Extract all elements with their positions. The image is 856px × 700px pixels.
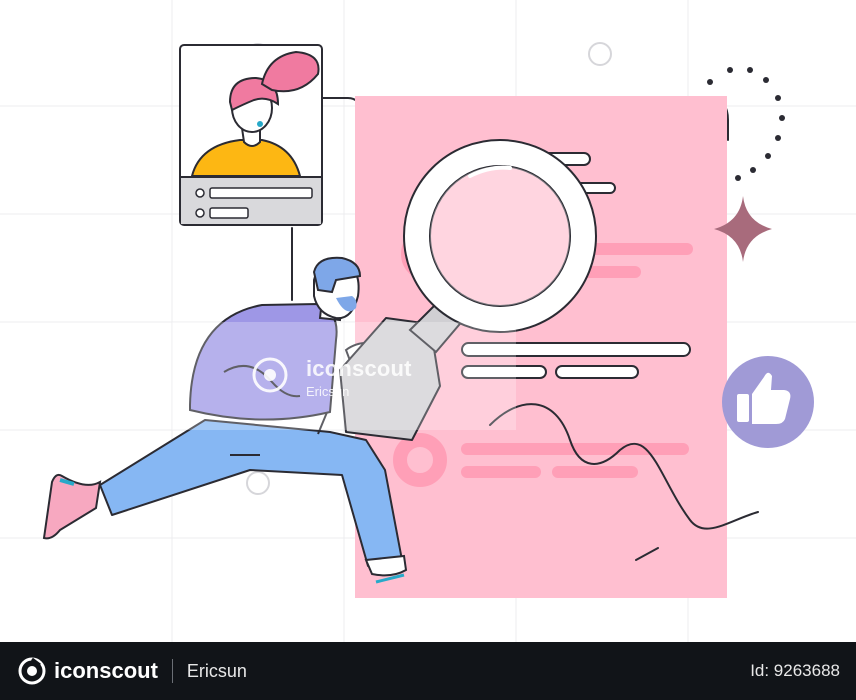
footer-divider	[171, 659, 173, 683]
illustration-canvas: iconscout Ericsun	[0, 0, 856, 642]
profile-card	[179, 44, 323, 226]
illustration	[0, 0, 856, 642]
footer-brand: iconscout	[54, 658, 158, 683]
footer-logo[interactable]: iconscout	[18, 657, 158, 685]
iconscout-logo-icon	[18, 657, 46, 685]
watermark-box	[172, 322, 516, 430]
footer-asset-id: Id: 9263688	[750, 661, 840, 680]
footer-author[interactable]: Ericsun	[187, 661, 247, 682]
thumbs-up-icon	[722, 356, 814, 448]
footer-bar: iconscout Ericsun Id: 9263688	[0, 642, 856, 700]
